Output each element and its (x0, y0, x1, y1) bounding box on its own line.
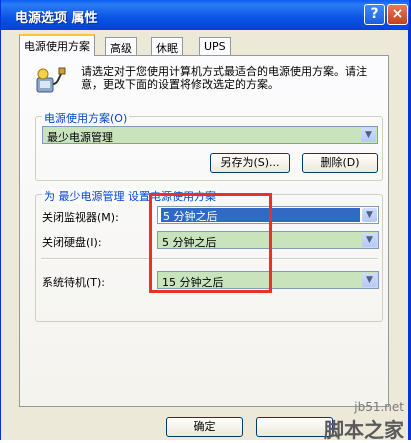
ok-button[interactable]: 确定 (166, 417, 243, 437)
tab-advanced[interactable]: 高级 (105, 37, 137, 55)
watermark-site: jb51.net (354, 400, 404, 414)
annotation-red-box (149, 193, 272, 293)
window-title: 电源选项 属性 (15, 11, 98, 26)
tab-hibernate[interactable]: 休眠 (151, 37, 183, 55)
scheme-description: 请选定对于您使用计算机方式最适合的电源使用方案。请注意，更改下面的设置将修改选定… (81, 65, 367, 91)
chevron-down-icon[interactable]: ▼ (362, 233, 377, 247)
harddisk-off-label: 关闭硬盘(I): (42, 236, 102, 249)
watermark-name: 脚本之家 (324, 418, 404, 442)
power-schemes-legend: 电源使用方案(O) (42, 110, 130, 126)
chevron-down-icon[interactable]: ▼ (362, 273, 377, 287)
title-bar[interactable]: 电源选项 属性 ? × (1, 0, 409, 30)
power-scheme-select[interactable]: 最少电源管理 ▼ (42, 126, 378, 144)
tab-power-schemes[interactable]: 电源使用方案 (19, 34, 95, 56)
tab-ups[interactable]: UPS (199, 37, 231, 55)
power-plug-icon (36, 67, 66, 93)
chevron-down-icon[interactable]: ▼ (362, 208, 377, 222)
power-scheme-value: 最少电源管理 (47, 131, 113, 144)
help-button[interactable]: ? (364, 4, 385, 25)
chevron-down-icon[interactable]: ▼ (361, 128, 376, 142)
standby-label: 系统待机(T): (42, 276, 106, 289)
monitor-off-label: 关闭监视器(M): (42, 211, 119, 224)
delete-button[interactable]: 删除(D) (302, 153, 378, 173)
close-button[interactable]: × (387, 4, 408, 25)
power-options-window: 电源选项 属性 ? × 电源使用方案 高级 休眠 UPS 请选定对于您使用计算机… (0, 0, 411, 442)
save-as-button[interactable]: 另存为(S)... (210, 153, 290, 173)
cancel-button[interactable] (256, 417, 333, 437)
